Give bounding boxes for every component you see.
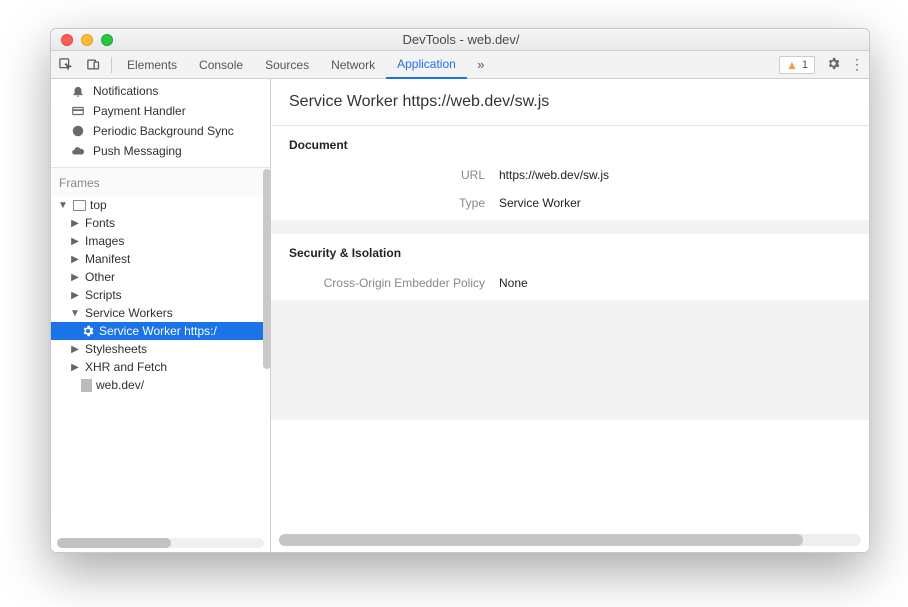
tree-label: web.dev/ <box>96 378 144 392</box>
application-sidebar: Notifications Payment Handler Periodic B… <box>51 79 271 552</box>
coep-value: None <box>499 276 528 290</box>
document-heading: Document <box>271 126 869 164</box>
tree-label: Service Workers <box>85 306 173 320</box>
chevron-down-icon: ▼ <box>57 200 69 211</box>
sidebar-item-periodic-sync[interactable]: Periodic Background Sync <box>51 121 270 141</box>
tree-item-stylesheets[interactable]: ▶ Stylesheets <box>51 340 270 358</box>
tab-console[interactable]: Console <box>188 51 254 78</box>
clock-icon <box>71 124 85 138</box>
inspect-element-icon[interactable] <box>51 51 79 79</box>
chevron-right-icon: ▶ <box>69 290 81 301</box>
details-title: Service Worker https://web.dev/sw.js <box>271 79 869 126</box>
tree-label: Scripts <box>85 288 122 302</box>
chevron-down-icon: ▼ <box>69 308 81 319</box>
sidebar-item-label: Push Messaging <box>93 144 182 158</box>
frames-tree: ▼ top ▶ Fonts ▶ Images ▶ Manifest ▶ Other ▶ S… <box>51 196 270 400</box>
tree-label: Other <box>85 270 115 284</box>
more-menu-icon[interactable]: ⋮ <box>845 56 869 73</box>
panel-tabs: Elements Console Sources Network Applica… <box>116 51 467 78</box>
cloud-icon <box>71 144 85 158</box>
sidebar-vertical-scrollbar[interactable] <box>263 89 271 532</box>
devtools-window: DevTools - web.dev/ Elements Console Sou… <box>50 28 870 553</box>
tree-label: Service Worker https:/ <box>99 324 217 338</box>
devtools-toolbar: Elements Console Sources Network Applica… <box>51 51 869 79</box>
warning-icon: ▲ <box>786 58 798 72</box>
tree-item-images[interactable]: ▶ Images <box>51 232 270 250</box>
frames-section-title: Frames <box>51 167 270 196</box>
tree-item-service-worker-selected[interactable]: Service Worker https:/ <box>51 322 270 340</box>
type-label: Type <box>289 196 499 210</box>
main-horizontal-scrollbar[interactable] <box>279 534 861 546</box>
device-toggle-icon[interactable] <box>79 51 107 79</box>
tree-item-top[interactable]: ▼ top <box>51 196 270 214</box>
chevron-right-icon: ▶ <box>69 254 81 265</box>
sidebar-item-payment-handler[interactable]: Payment Handler <box>51 101 270 121</box>
sidebar-horizontal-scrollbar[interactable] <box>57 538 264 548</box>
warnings-badge[interactable]: ▲ 1 <box>779 56 815 74</box>
chevron-right-icon: ▶ <box>69 272 81 283</box>
frame-icon <box>73 200 86 211</box>
tab-application[interactable]: Application <box>386 51 467 79</box>
tree-item-scripts[interactable]: ▶ Scripts <box>51 286 270 304</box>
tree-label: Stylesheets <box>85 342 147 356</box>
more-tabs-button[interactable]: » <box>467 51 495 79</box>
document-section: Document URL https://web.dev/sw.js Type … <box>271 126 869 234</box>
tree-item-file[interactable]: web.dev/ <box>51 376 270 394</box>
coep-label: Cross-Origin Embedder Policy <box>289 276 499 290</box>
sidebar-item-label: Payment Handler <box>93 104 186 118</box>
chevron-right-icon: ▶ <box>69 362 81 373</box>
tree-item-other[interactable]: ▶ Other <box>51 268 270 286</box>
sidebar-item-label: Notifications <box>93 84 158 98</box>
tree-item-fonts[interactable]: ▶ Fonts <box>51 214 270 232</box>
close-window-button[interactable] <box>61 34 73 46</box>
settings-icon[interactable] <box>821 56 845 74</box>
titlebar: DevTools - web.dev/ <box>51 29 869 51</box>
traffic-lights <box>51 34 113 46</box>
tree-label: Manifest <box>85 252 130 266</box>
tab-elements[interactable]: Elements <box>116 51 188 78</box>
chevron-right-icon: ▶ <box>69 344 81 355</box>
window-title: DevTools - web.dev/ <box>113 32 869 47</box>
gear-icon <box>81 324 95 338</box>
warning-count: 1 <box>802 59 808 71</box>
file-icon <box>81 379 92 392</box>
tab-sources[interactable]: Sources <box>254 51 320 78</box>
tree-label: Fonts <box>85 216 115 230</box>
type-value: Service Worker <box>499 196 581 210</box>
minimize-window-button[interactable] <box>81 34 93 46</box>
tree-item-xhr-fetch[interactable]: ▶ XHR and Fetch <box>51 358 270 376</box>
chevron-right-icon: ▶ <box>69 218 81 229</box>
security-heading: Security & Isolation <box>271 234 869 272</box>
tree-label: top <box>90 198 107 212</box>
tree-label: Images <box>85 234 124 248</box>
zoom-window-button[interactable] <box>101 34 113 46</box>
url-value: https://web.dev/sw.js <box>499 168 609 182</box>
security-section: Security & Isolation Cross-Origin Embedd… <box>271 234 869 420</box>
details-pane: Service Worker https://web.dev/sw.js Doc… <box>271 79 869 552</box>
chevron-right-icon: ▶ <box>69 236 81 247</box>
bell-icon <box>71 84 85 98</box>
sidebar-item-label: Periodic Background Sync <box>93 124 234 138</box>
tree-item-manifest[interactable]: ▶ Manifest <box>51 250 270 268</box>
tab-network[interactable]: Network <box>320 51 386 78</box>
sidebar-item-push-messaging[interactable]: Push Messaging <box>51 141 270 161</box>
tree-item-service-workers[interactable]: ▼ Service Workers <box>51 304 270 322</box>
sidebar-item-notifications[interactable]: Notifications <box>51 81 270 101</box>
tree-label: XHR and Fetch <box>85 360 167 374</box>
card-icon <box>71 104 85 118</box>
url-label: URL <box>289 168 499 182</box>
